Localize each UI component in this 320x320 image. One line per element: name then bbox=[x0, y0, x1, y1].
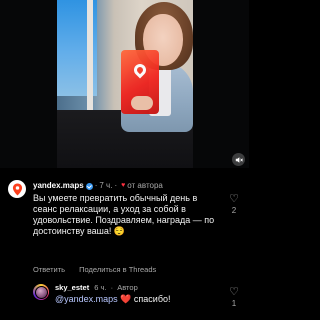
comment-actions: Ответить Поделиться в Threads bbox=[33, 265, 168, 274]
reply-meta: sky_estet 6 ч. · Автор bbox=[55, 283, 138, 292]
mention-link[interactable]: @yandex.maps bbox=[55, 294, 118, 304]
speaker-muted-icon[interactable] bbox=[232, 153, 245, 166]
share-threads-button[interactable]: Поделиться в Threads bbox=[79, 265, 156, 274]
heart-emoji: ❤️ bbox=[120, 294, 132, 304]
heart-outline-icon[interactable]: ♡ bbox=[227, 192, 241, 205]
reply-button[interactable]: Ответить bbox=[33, 265, 65, 274]
comment-text: Вы умеете превратить обычный день в сеан… bbox=[33, 193, 215, 236]
reply-username[interactable]: sky_estet bbox=[55, 283, 89, 292]
verified-icon bbox=[85, 182, 93, 190]
reply-avatar[interactable] bbox=[33, 284, 49, 300]
avatar[interactable] bbox=[8, 180, 26, 198]
map-pin-icon bbox=[131, 61, 149, 79]
reply-like-count: 1 bbox=[231, 299, 237, 308]
reply-text: @yandex.maps ❤️ спасибо! bbox=[55, 293, 171, 305]
author-label: Автор bbox=[117, 283, 138, 292]
map-pin-icon bbox=[12, 183, 22, 195]
author-liked-badge: от автора bbox=[127, 181, 163, 190]
like-count: 2 bbox=[231, 206, 237, 215]
comment-username[interactable]: yandex.maps bbox=[33, 181, 84, 191]
comment-time: 7 ч. bbox=[99, 181, 113, 190]
heart-icon: ♥ bbox=[121, 182, 126, 189]
reply-time: 6 ч. bbox=[94, 283, 107, 292]
comment-meta: yandex.maps · 7 ч. · ♥ от автора bbox=[33, 181, 163, 191]
video-player[interactable] bbox=[0, 0, 249, 168]
reply-message: спасибо! bbox=[133, 294, 171, 304]
heart-outline-icon[interactable]: ♡ bbox=[227, 285, 241, 298]
video-frame bbox=[57, 0, 193, 168]
